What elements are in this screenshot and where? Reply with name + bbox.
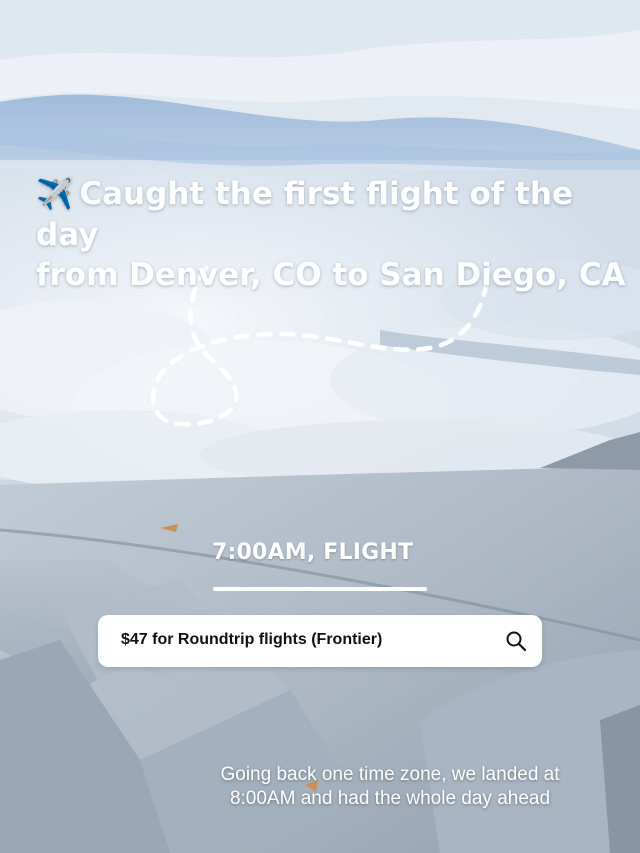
- time-underline: [213, 587, 427, 591]
- caption-line-2: 8:00AM and had the whole day ahead: [229, 788, 551, 809]
- headline-line-1: Caught the first flight of the day: [36, 176, 573, 253]
- search-text: $47 for Roundtrip flights (Frontier): [121, 631, 383, 648]
- search-bar[interactable]: $47 for Roundtrip flights (Frontier): [98, 615, 542, 667]
- airplane-icon: ✈️: [36, 177, 74, 212]
- background-photo: [0, 0, 640, 853]
- headline-line-2: from Denver, CO to San Diego, CA: [36, 257, 626, 293]
- time-label: 7:00AM, FLIGHT: [212, 540, 414, 565]
- photo-scene: ✈️ Caught the first flight of the day fro…: [0, 0, 640, 853]
- search-icon[interactable]: [504, 629, 528, 653]
- headline: ✈️ Caught the first flight of the day fro…: [36, 174, 626, 295]
- caption: Going back one time zone, we landed at 8…: [170, 763, 610, 811]
- caption-line-1: Going back one time zone, we landed at: [220, 764, 560, 785]
